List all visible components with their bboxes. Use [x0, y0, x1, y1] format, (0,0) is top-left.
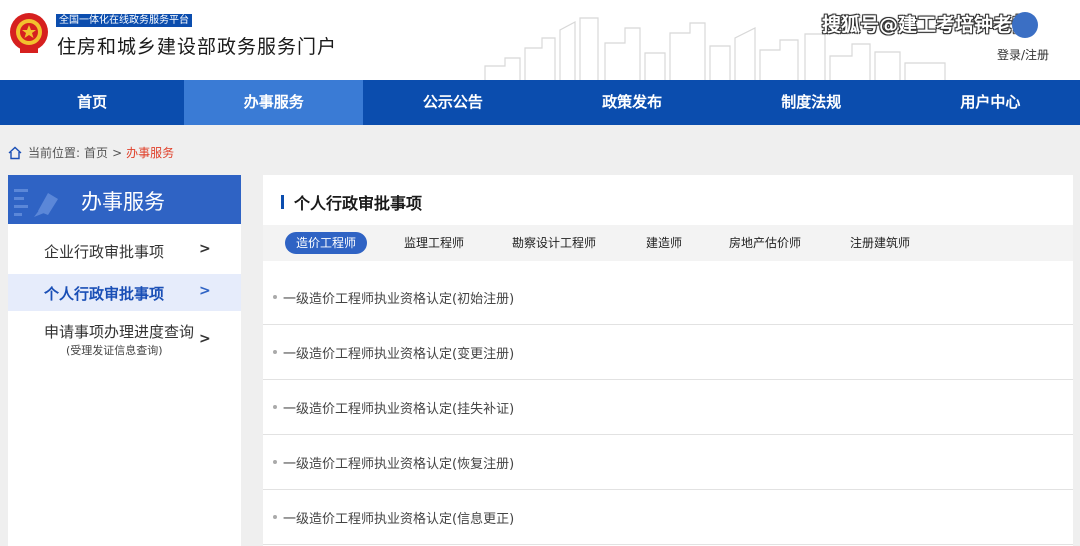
list-item-text: 一级造价工程师执业资格认定(初始注册) — [283, 292, 515, 307]
home-icon — [8, 146, 22, 159]
bullet-icon — [273, 405, 277, 409]
bullet-icon — [273, 460, 277, 464]
bullet-icon — [273, 295, 277, 299]
tab-survey-design-engineer[interactable]: 勘察设计工程师 — [501, 232, 607, 254]
nav-item-user-center[interactable]: 用户中心 — [901, 80, 1080, 125]
bullet-icon — [273, 350, 277, 354]
tab-supervision-engineer[interactable]: 监理工程师 — [393, 232, 475, 254]
breadcrumb-current: 办事服务 — [126, 146, 175, 160]
nav-item-policies[interactable]: 政策发布 — [542, 80, 721, 125]
chevron-right-icon: > — [199, 331, 211, 347]
section-title: 个人行政审批事项 — [281, 190, 422, 214]
sidebar-item-label: 申请事项办理进度查询 — [44, 323, 195, 341]
platform-tag[interactable]: 全国一体化在线政务服务平台 — [56, 14, 192, 27]
watermark-text: 搜狐号@建工考培钟老师 — [822, 14, 1032, 36]
sidebar-item-personal-approval[interactable]: 个人行政审批事项 > — [8, 274, 241, 311]
nav-item-home[interactable]: 首页 — [0, 80, 184, 125]
user-avatar-icon[interactable] — [1012, 12, 1038, 38]
site-header: 全国一体化在线政务服务平台 住房和城乡建设部政务服务门户 搜狐号@建工考培钟老师… — [0, 0, 1080, 80]
list-item-text: 一级造价工程师执业资格认定(变更注册) — [283, 347, 515, 362]
sidebar: 办事服务 企业行政审批事项 > 个人行政审批事项 > 申请事项办理进度查询 (受… — [8, 175, 241, 546]
services-pin-icon — [14, 189, 58, 217]
national-emblem-icon — [10, 13, 48, 53]
list-item-text: 一级造价工程师执业资格认定(恢复注册) — [283, 457, 515, 472]
portal-title[interactable]: 住房和城乡建设部政务服务门户 — [57, 32, 337, 59]
title-accent-bar — [281, 195, 284, 209]
nav-item-regulations[interactable]: 制度法规 — [722, 80, 901, 125]
list-item[interactable]: 一级造价工程师执业资格认定(挂失补证) — [263, 380, 1073, 435]
list-item-text: 一级造价工程师执业资格认定(信息更正) — [283, 512, 515, 527]
chevron-right-icon: > — [199, 283, 211, 299]
list-item[interactable]: 一级造价工程师执业资格认定(变更注册) — [263, 325, 1073, 380]
main-panel: 个人行政审批事项 造价工程师 监理工程师 勘察设计工程师 建造师 房地产估价师 … — [263, 175, 1073, 546]
chevron-right-icon: > — [199, 241, 211, 257]
main-nav: 首页 办事服务 公示公告 政策发布 制度法规 用户中心 — [0, 80, 1080, 125]
category-tabs: 造价工程师 监理工程师 勘察设计工程师 建造师 房地产估价师 注册建筑师 — [263, 225, 1073, 261]
nav-item-announcements[interactable]: 公示公告 — [363, 80, 542, 125]
approval-list: 一级造价工程师执业资格认定(初始注册) 一级造价工程师执业资格认定(变更注册) … — [263, 270, 1073, 545]
sidebar-item-sublabel: (受理发证信息查询) — [66, 344, 163, 357]
tab-constructor[interactable]: 建造师 — [635, 232, 693, 254]
sidebar-item-enterprise-approval[interactable]: 企业行政审批事项 > — [8, 230, 241, 272]
nav-item-services[interactable]: 办事服务 — [184, 80, 364, 125]
sidebar-header: 办事服务 — [8, 175, 241, 224]
breadcrumb-home-link[interactable]: 首页 — [84, 144, 108, 161]
sidebar-title: 办事服务 — [81, 190, 165, 214]
tab-real-estate-appraiser[interactable]: 房地产估价师 — [718, 232, 812, 254]
sidebar-item-progress-query[interactable]: 申请事项办理进度查询 (受理发证信息查询) > — [8, 317, 241, 367]
login-register-link[interactable]: 登录/注册 — [997, 46, 1049, 63]
sidebar-item-label: 企业行政审批事项 — [44, 243, 165, 261]
list-item[interactable]: 一级造价工程师执业资格认定(恢复注册) — [263, 435, 1073, 490]
list-item-text: 一级造价工程师执业资格认定(挂失补证) — [283, 402, 515, 417]
sidebar-item-label: 个人行政审批事项 — [44, 285, 165, 303]
breadcrumb-prefix: 当前位置: — [28, 146, 81, 160]
tab-registered-architect[interactable]: 注册建筑师 — [839, 232, 921, 254]
breadcrumb-separator: > — [112, 145, 123, 160]
tab-cost-engineer[interactable]: 造价工程师 — [285, 232, 368, 254]
list-item[interactable]: 一级造价工程师执业资格认定(信息更正) — [263, 490, 1073, 545]
section-title-text: 个人行政审批事项 — [294, 194, 423, 213]
list-item[interactable]: 一级造价工程师执业资格认定(初始注册) — [263, 270, 1073, 325]
breadcrumb: 当前位置: 首页 > 办事服务 — [8, 144, 178, 161]
bullet-icon — [273, 515, 277, 519]
